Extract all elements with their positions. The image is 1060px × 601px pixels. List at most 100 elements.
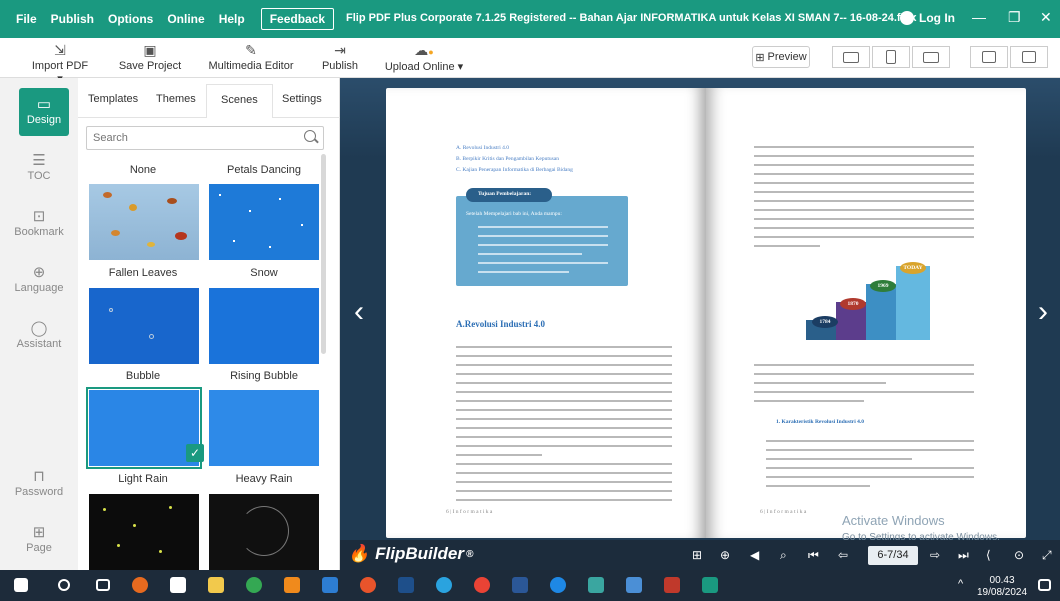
zoom-in-icon[interactable]: ⊕ bbox=[720, 548, 730, 562]
explorer-icon[interactable] bbox=[208, 577, 224, 593]
check-icon: ✓ bbox=[186, 444, 204, 462]
feedback-button[interactable]: Feedback bbox=[260, 8, 335, 30]
menu-publish[interactable]: Publish bbox=[51, 12, 94, 26]
goals-title: Tujuan Pembelajaran: bbox=[478, 191, 532, 197]
store-icon[interactable] bbox=[170, 577, 186, 593]
maximize-icon[interactable]: ❐ bbox=[1008, 10, 1021, 24]
page-number-field[interactable]: 6-7/34 bbox=[868, 546, 918, 565]
notification-icon[interactable] bbox=[1038, 579, 1051, 591]
scene-none-label: None bbox=[129, 164, 157, 176]
title-bar: File Publish Options Online Help Feedbac… bbox=[0, 0, 1060, 38]
rail-assistant[interactable]: ◯ Assistant bbox=[0, 320, 78, 350]
close-icon[interactable]: ✕ bbox=[1040, 10, 1052, 24]
scene-light-thumb[interactable] bbox=[89, 494, 199, 570]
login-label: Log In bbox=[919, 11, 955, 25]
app-icon-1[interactable] bbox=[322, 577, 338, 593]
system-clock[interactable]: 00.43 19/08/2024 bbox=[977, 575, 1027, 599]
scene-bubble-thumb[interactable] bbox=[89, 288, 199, 364]
desktop-view-button[interactable] bbox=[832, 46, 870, 68]
task-view-icon[interactable] bbox=[96, 579, 110, 591]
bookmark-icon: ⊡ bbox=[32, 208, 46, 225]
firefox-icon[interactable] bbox=[132, 577, 148, 593]
timeline-today: TODAY bbox=[900, 262, 926, 274]
app-icon-4[interactable] bbox=[626, 577, 642, 593]
menu-file[interactable]: File bbox=[16, 12, 37, 26]
tray-chevron-icon[interactable]: ^ bbox=[958, 578, 963, 590]
word-icon[interactable] bbox=[512, 577, 528, 593]
tab-templates[interactable]: Templates bbox=[88, 93, 138, 105]
prev-page-arrow[interactable]: ‹ bbox=[354, 295, 364, 329]
tab-scenes[interactable]: Scenes bbox=[206, 84, 273, 118]
tab-themes[interactable]: Themes bbox=[156, 93, 196, 105]
scene-snow-thumb[interactable] bbox=[209, 184, 319, 260]
thumbnails-icon[interactable]: ⊞ bbox=[692, 548, 702, 562]
prev-page-icon[interactable]: ⇦ bbox=[838, 548, 848, 562]
rail-toc[interactable]: ☰ TOC bbox=[0, 152, 78, 182]
user-icon bbox=[900, 11, 914, 25]
scene-heavy-rain-label: Heavy Rain bbox=[235, 473, 293, 485]
fullscreen-icon[interactable]: ⤢ bbox=[1042, 548, 1052, 563]
tablet-view-button[interactable] bbox=[872, 46, 910, 68]
app-icon-5[interactable] bbox=[664, 577, 680, 593]
sound-icon[interactable]: ◀ bbox=[750, 548, 759, 562]
search-icon[interactable] bbox=[304, 130, 316, 142]
share-icon[interactable]: ⟨ bbox=[986, 548, 991, 562]
rail-page[interactable]: ⊞ Page bbox=[0, 524, 78, 554]
menu-online[interactable]: Online bbox=[167, 12, 204, 26]
app-icon-3[interactable] bbox=[588, 577, 604, 593]
tab-settings[interactable]: Settings bbox=[282, 93, 322, 105]
left-page: A. Revolusi Industri 4.0 B. Berpikir Kri… bbox=[386, 88, 706, 538]
left-rail: ▭ Design ☰ TOC ⊡ Bookmark ⊕ Language ◯ Assist… bbox=[0, 78, 78, 570]
telegram-icon[interactable] bbox=[436, 577, 452, 593]
import-icon: ⇲ bbox=[54, 42, 66, 58]
menu-options[interactable]: Options bbox=[108, 12, 153, 26]
photoshop-icon[interactable] bbox=[398, 577, 414, 593]
search-input[interactable] bbox=[86, 126, 324, 150]
scenes-panel: Templates Themes Scenes Settings None Pe… bbox=[78, 78, 340, 570]
learning-goals-box: Setelah Mempelajari bab ini, Anda mampu: bbox=[456, 196, 628, 286]
save-project-button[interactable]: ▣ Save Project bbox=[118, 42, 182, 72]
autoplay-icon[interactable]: ⊙ bbox=[1014, 548, 1024, 562]
login-button[interactable]: Log In bbox=[900, 11, 955, 25]
scene-snow-label: Snow bbox=[250, 267, 278, 279]
timeline-1784: 1784 bbox=[812, 316, 838, 328]
taskbar-search-icon[interactable] bbox=[58, 579, 70, 591]
rail-toc-label: TOC bbox=[27, 170, 51, 182]
globe-icon: ⊕ bbox=[32, 264, 46, 281]
next-page-arrow[interactable]: › bbox=[1038, 295, 1048, 329]
app-icon-2[interactable] bbox=[360, 577, 376, 593]
preview-button[interactable]: ⊞ Preview bbox=[752, 46, 810, 68]
first-page-icon[interactable]: ⏮ bbox=[808, 548, 819, 563]
chrome-icon[interactable] bbox=[246, 577, 262, 593]
rail-bookmark[interactable]: ⊡ Bookmark bbox=[0, 208, 78, 238]
chrome-icon-2[interactable] bbox=[474, 577, 490, 593]
multimedia-editor-button[interactable]: ✎ Multimedia Editor bbox=[206, 42, 296, 72]
app-icon-6[interactable] bbox=[702, 577, 718, 593]
panel-scrollbar[interactable] bbox=[321, 154, 326, 354]
landscape-view-button[interactable] bbox=[912, 46, 950, 68]
publish-button[interactable]: ⇥ Publish bbox=[318, 42, 362, 72]
rail-language-label: Language bbox=[14, 282, 64, 294]
last-page-icon[interactable]: ⏭ bbox=[958, 548, 969, 563]
upload-online-button[interactable]: ☁● Upload Online ▾ bbox=[384, 42, 464, 73]
rail-design[interactable]: ▭ Design bbox=[19, 88, 69, 136]
selected-scene-frame[interactable]: ✓ bbox=[86, 387, 204, 469]
next-page-icon[interactable]: ⇨ bbox=[930, 548, 940, 562]
menu-help[interactable]: Help bbox=[219, 12, 245, 26]
double-page-button[interactable] bbox=[970, 46, 1008, 68]
scene-fallen-leaves-thumb[interactable] bbox=[89, 184, 199, 260]
vlc-icon[interactable] bbox=[284, 577, 300, 593]
minimize-icon[interactable]: — bbox=[972, 10, 986, 24]
edge-icon[interactable] bbox=[550, 577, 566, 593]
lock-icon: ⊓ bbox=[33, 468, 45, 485]
scene-petals-label: Petals Dancing bbox=[227, 164, 301, 176]
rail-password[interactable]: ⊓ Password bbox=[0, 468, 78, 498]
single-page-button[interactable] bbox=[1010, 46, 1048, 68]
publish-label: Publish bbox=[321, 60, 359, 72]
rail-language[interactable]: ⊕ Language bbox=[0, 264, 78, 294]
scene-dark-thumb[interactable] bbox=[209, 494, 319, 570]
search-page-icon[interactable]: ⌕ bbox=[780, 548, 787, 563]
scene-rising-bubble-thumb[interactable] bbox=[209, 288, 319, 364]
scene-heavy-rain-thumb[interactable] bbox=[209, 390, 319, 466]
start-icon[interactable] bbox=[14, 578, 28, 592]
